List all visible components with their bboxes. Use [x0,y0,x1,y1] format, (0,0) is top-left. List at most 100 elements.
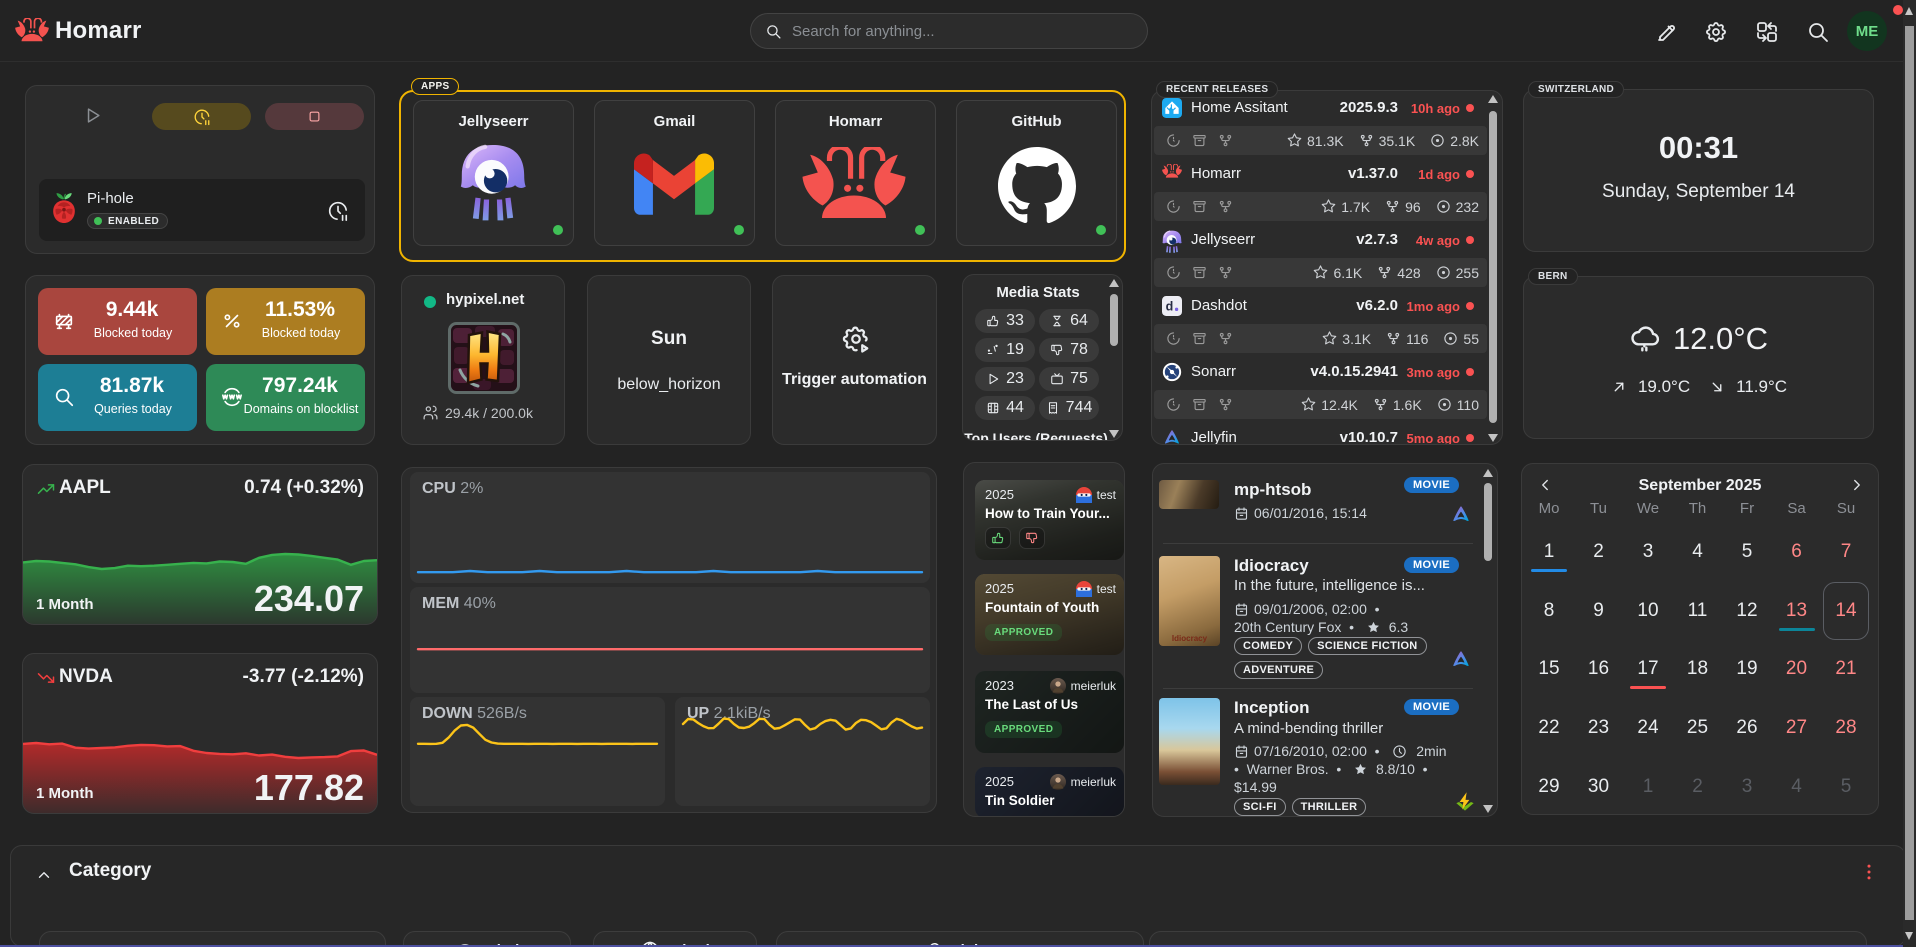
calendar-day[interactable]: 9 [1576,591,1622,631]
approve-button[interactable] [985,527,1011,549]
request-year: 2025 [985,487,1014,502]
scrollbar-thumb[interactable] [1484,483,1492,561]
pihole-disable-timer-button[interactable] [152,103,251,130]
settings-button[interactable] [1704,20,1728,44]
calendar-day[interactable]: 7 [1823,532,1869,572]
calendar-day[interactable]: 30 [1576,767,1622,807]
calendar-day[interactable]: 1 [1625,767,1671,807]
release-row[interactable]: Jellyfin v10.10.7 5mo ago [1152,425,1488,445]
calendar-day[interactable]: 2 [1675,767,1721,807]
app-tile-gmail[interactable]: Gmail [594,100,755,246]
release-row[interactable]: Homarr v1.37.0 1d ago [1152,161,1488,187]
media-tags: COMEDYSCIENCE FICTION [1234,636,1433,655]
calendar-day[interactable]: 4 [1675,532,1721,572]
request-card[interactable]: 2025 test Fountain of Youth APPROVED [975,574,1124,655]
media-tags: ADVENTURE [1234,660,1329,679]
scroll-down-arrow-icon[interactable] [1483,805,1493,813]
calendar-day[interactable]: 29 [1526,767,1572,807]
system-panel-down: DOWN 526B/s [410,697,665,806]
calendar-day[interactable]: 13 [1774,591,1820,631]
calendar-day[interactable]: 25 [1675,708,1721,748]
release-row[interactable]: Home Assitant 2025.9.3 10h ago [1152,95,1488,121]
scroll-up-arrow-icon[interactable] [1109,279,1119,287]
calendar-day[interactable]: 21 [1823,649,1869,689]
git-fork-icon [1373,397,1388,412]
calendar-day[interactable]: 1 [1526,532,1572,572]
release-issues: 255 [1456,265,1479,281]
media-stat-value: 44 [1006,399,1024,417]
weather-current: 12.0°C [1524,321,1873,357]
automation-widget[interactable]: Trigger automation [772,275,937,445]
calendar-day[interactable]: 11 [1675,591,1721,631]
scroll-up-arrow-icon[interactable] [1488,95,1498,103]
media-stats-scrollbar[interactable] [1109,279,1119,438]
calendar-next-button[interactable] [1848,476,1866,494]
app-tile-github[interactable]: GitHub [956,100,1117,246]
calendar-day[interactable]: 2 [1576,532,1622,572]
scrollbar-thumb[interactable] [1489,111,1497,423]
calendar-day[interactable]: 3 [1724,767,1770,807]
app-tile-jellyseerr[interactable]: Jellyseerr [413,100,574,246]
scrollbar-thumb[interactable] [1110,294,1118,346]
calendar-day[interactable]: 18 [1675,649,1721,689]
thumb-up-icon [991,531,1005,545]
category-menu-button[interactable] [1859,862,1879,882]
clock-pause-icon[interactable] [327,200,349,222]
pihole-stop-button[interactable] [265,103,364,130]
calendar-day[interactable]: 22 [1526,708,1572,748]
scroll-down-arrow-icon[interactable] [1488,434,1498,442]
calendar-day[interactable]: 12 [1724,591,1770,631]
calendar-day-name: Sa [1774,500,1820,517]
calendar-day[interactable]: 28 [1823,708,1869,748]
request-card[interactable]: 2023 meierluk The Last of Us APPROVED [975,671,1124,753]
calendar-day[interactable]: 15 [1526,649,1572,689]
calendar-day[interactable]: 19 [1724,649,1770,689]
app-tile-homarr[interactable]: Homarr [775,100,936,246]
calendar-day[interactable]: 10 [1625,591,1671,631]
git-fork-icon [1218,199,1233,214]
media-list-scrollbar[interactable] [1483,469,1493,813]
play-icon[interactable] [83,106,102,125]
archive-icon [1192,133,1207,148]
calendar-day[interactable]: 3 [1625,532,1671,572]
scroll-down-arrow-icon[interactable] [1109,430,1119,438]
request-card[interactable]: 2025 meierluk Tin Soldier [975,767,1124,817]
edit-mode-button[interactable] [1655,20,1679,44]
calendar-day[interactable]: 5 [1823,767,1869,807]
gmail-icon [634,153,714,215]
calendar-day[interactable]: 6 [1774,532,1820,572]
calendar-day[interactable]: 4 [1774,767,1820,807]
calendar-day[interactable]: 5 [1724,532,1770,572]
request-card[interactable]: 2025 test How to Train Your... [975,480,1124,560]
user-avatar[interactable]: ME [1847,11,1887,51]
calendar-day[interactable]: 14 [1823,591,1869,631]
decline-button[interactable] [1019,527,1045,549]
search-input[interactable]: Search for anything... [750,13,1148,49]
release-row[interactable]: Sonarr v4.0.15.2941 3mo ago [1152,359,1488,385]
calendar-day[interactable]: 23 [1576,708,1622,748]
git-fork-icon [1218,331,1233,346]
page-scroll-up-arrow-icon[interactable] [1905,7,1913,15]
page-scroll-down-arrow-icon[interactable] [1905,932,1913,940]
releases-scrollbar[interactable] [1488,95,1498,442]
release-row[interactable]: Jellyseerr v2.7.3 4w ago [1152,227,1488,253]
server-host: hypixel.net [446,291,524,308]
calendar-day[interactable]: 26 [1724,708,1770,748]
calendar-day[interactable]: 17 [1625,649,1671,689]
calendar-day[interactable]: 27 [1774,708,1820,748]
header-search-button[interactable] [1806,20,1830,44]
page-scrollbar-thumb[interactable] [1905,26,1914,920]
homarr-logo-icon [15,18,49,42]
user-avatar-icon [1050,774,1066,790]
page-scrollbar[interactable] [1903,0,1916,947]
calendar-day[interactable]: 16 [1576,649,1622,689]
chevron-up-icon[interactable] [35,866,53,884]
calendar-day[interactable]: 20 [1774,649,1820,689]
release-row[interactable]: d Dashdot v6.2.0 1mo ago [1152,293,1488,319]
calendar-day[interactable]: 24 [1625,708,1671,748]
status-badge: ENABLED [87,213,168,229]
calendar-day-name: Su [1823,500,1869,517]
calendar-day[interactable]: 8 [1526,591,1572,631]
board-switch-button[interactable] [1755,20,1779,44]
scroll-up-arrow-icon[interactable] [1483,469,1493,477]
